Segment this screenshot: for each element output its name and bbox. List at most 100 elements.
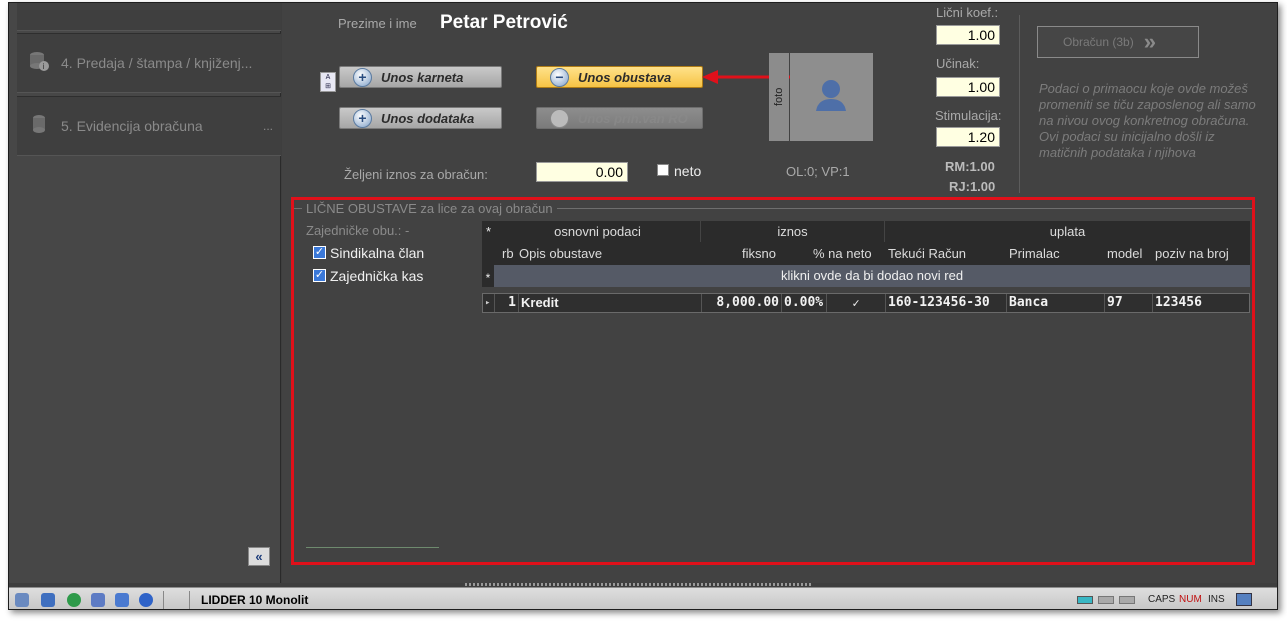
cell-pct[interactable]: 0.00%	[782, 294, 827, 312]
sindikalna-label: Sindikalna član	[330, 245, 425, 261]
unos-dodataka-label: Unos dodataka	[381, 110, 475, 126]
caps-indicator: CAPS	[1148, 594, 1176, 605]
cell-opis[interactable]: Kredit	[519, 294, 702, 312]
minus-icon: −	[550, 67, 569, 87]
disabled-circle-icon	[550, 108, 569, 128]
neto-label: neto	[674, 163, 702, 179]
section-title: LIČNE OBUSTAVE za lice za ovaj obračun	[302, 201, 557, 216]
ol-vp-status: OL:0; VP:1	[786, 164, 850, 179]
ucinak-input[interactable]: 1.00	[936, 77, 1000, 97]
unos-obustava-button[interactable]: − Unos obustava	[536, 66, 703, 88]
stimulacija-label: Stimulacija:	[935, 108, 1002, 123]
name-label: Prezime i ime	[338, 16, 417, 31]
user-silhouette-icon	[816, 80, 846, 111]
plus-icon: +	[353, 108, 372, 128]
sidebar-item-label: 5. Evidencija obračuna	[61, 118, 203, 134]
indicator-icon	[1098, 596, 1114, 604]
photo-panel[interactable]: foto	[769, 53, 873, 141]
cell-primalac[interactable]: Banca	[1007, 294, 1105, 312]
group-iznos: iznos	[701, 221, 885, 242]
cell-fiksno[interactable]: 8,000.00	[702, 294, 782, 312]
cell-neto-check[interactable]: ✓	[827, 294, 886, 312]
plus-icon: +	[353, 67, 372, 87]
double-chevron-right-icon: »	[1143, 29, 1156, 54]
group-osnovni: osnovni podaci	[495, 221, 701, 242]
side-menu-icon[interactable]: A ⊞	[320, 72, 336, 92]
col-model[interactable]: model	[1107, 243, 1142, 264]
app-window: i 4. Predaja / štampa / knjiženj... 5. E…	[8, 2, 1278, 610]
zeljeni-label: Željeni iznos za obračun:	[344, 167, 488, 182]
sidebar-item-predaja[interactable]: i 4. Predaja / štampa / knjiženj...	[17, 33, 281, 93]
sidebar-item-dots: ...	[262, 119, 273, 133]
collapse-sidebar-button[interactable]: «	[248, 547, 270, 566]
cell-poziv[interactable]: 123456	[1153, 294, 1249, 312]
network-icon[interactable]	[15, 593, 29, 607]
zajednicka-checkbox[interactable]: ✓	[313, 269, 326, 282]
stimulacija-input[interactable]: 1.20	[936, 127, 1000, 147]
resize-grip[interactable]	[465, 583, 813, 586]
num-indicator: NUM	[1179, 594, 1202, 605]
row-selector-icon: ▸	[483, 294, 495, 312]
unos-karneta-label: Unos karneta	[381, 69, 464, 85]
divider	[163, 591, 164, 609]
app-name: LIDDER 10 Monolit	[201, 593, 309, 607]
info-note: Podaci o primaocu koje ovde možeš promen…	[1039, 81, 1256, 160]
ucinak-label: Učinak:	[936, 56, 980, 71]
unos-prih-button[interactable]: Unos prih.van RO	[536, 107, 703, 129]
svg-text:i: i	[43, 62, 45, 71]
cell-model[interactable]: 97	[1105, 294, 1153, 312]
zajednicke-label: Zajedničke obu.: -	[306, 223, 410, 238]
zajednicka-label: Zajednička kas	[330, 268, 424, 284]
col-racun[interactable]: Tekući Račun	[888, 243, 966, 264]
sindikalna-checkbox[interactable]: ✓	[313, 246, 326, 259]
obracun-label: Obračun (3b)	[1063, 35, 1134, 49]
indicator-icon	[1119, 596, 1135, 604]
keyboard-icon[interactable]	[1236, 593, 1252, 606]
green-rule	[306, 547, 439, 548]
sidebar-item-previous[interactable]	[17, 3, 281, 31]
licni-koef-input[interactable]: 1.00	[936, 25, 1000, 45]
unos-karneta-button[interactable]: + Unos karneta	[339, 66, 502, 88]
sidebar: i 4. Predaja / štampa / knjiženj... 5. E…	[9, 3, 281, 583]
grid-header: * osnovni podaci iznos uplata rb Opis ob…	[482, 221, 1250, 265]
obracun-button[interactable]: Obračun (3b) »	[1037, 26, 1199, 58]
database-info-icon: i	[17, 50, 61, 77]
globe-icon[interactable]	[67, 593, 81, 607]
col-fiksno[interactable]: fiksno	[742, 243, 776, 264]
database-icon	[17, 113, 61, 140]
zeljeni-iznos-input[interactable]: 0.00	[536, 162, 628, 182]
info-icon[interactable]	[139, 593, 153, 607]
window-icon[interactable]	[41, 593, 55, 607]
sidebar-item-evidencija[interactable]: 5. Evidencija obračuna ...	[17, 96, 281, 156]
indicator-icon	[1077, 596, 1093, 604]
user-icon[interactable]	[91, 593, 105, 607]
add-row-button[interactable]: klikni ovde da bi dodao novi red	[494, 265, 1250, 287]
ins-indicator: INS	[1208, 594, 1225, 605]
asterisk-icon: *	[485, 224, 492, 239]
status-bar: LIDDER 10 Monolit CAPS NUM INS	[9, 587, 1277, 609]
rj-value: RJ:1.00	[949, 179, 996, 194]
licni-koef-label: Lični koef.:	[936, 5, 999, 20]
cell-rb[interactable]: 1	[495, 294, 519, 312]
rm-value: RM:1.00	[945, 159, 995, 174]
unos-obustava-label: Unos obustava	[578, 69, 672, 85]
group-uplata: uplata	[1049, 224, 1086, 239]
col-pct-neto[interactable]: % na neto	[813, 243, 872, 264]
check-icon[interactable]	[115, 593, 129, 607]
photo-placeholder	[790, 53, 873, 141]
employee-name: Petar Petrović	[440, 12, 568, 33]
main-panel: Prezime i ime Petar Petrović A ⊞ + Unos k…	[282, 3, 1277, 583]
neto-checkbox[interactable]	[657, 164, 669, 176]
unos-prih-label: Unos prih.van RO	[578, 110, 688, 126]
divider	[189, 591, 190, 609]
col-primalac[interactable]: Primalac	[1009, 243, 1060, 264]
table-row[interactable]: ▸ 1 Kredit 8,000.00 0.00% ✓ 160-123456-3…	[482, 293, 1250, 313]
cell-racun[interactable]: 160-123456-30	[886, 294, 1007, 312]
unos-dodataka-button[interactable]: + Unos dodataka	[339, 107, 502, 129]
sidebar-item-label: 4. Predaja / štampa / knjiženj...	[61, 55, 253, 71]
col-opis[interactable]: Opis obustave	[519, 243, 602, 264]
foto-label: foto	[769, 53, 789, 141]
col-poziv[interactable]: poziv na broj	[1155, 243, 1229, 264]
col-rb[interactable]: rb	[502, 243, 514, 264]
new-row-marker: *	[482, 265, 494, 287]
